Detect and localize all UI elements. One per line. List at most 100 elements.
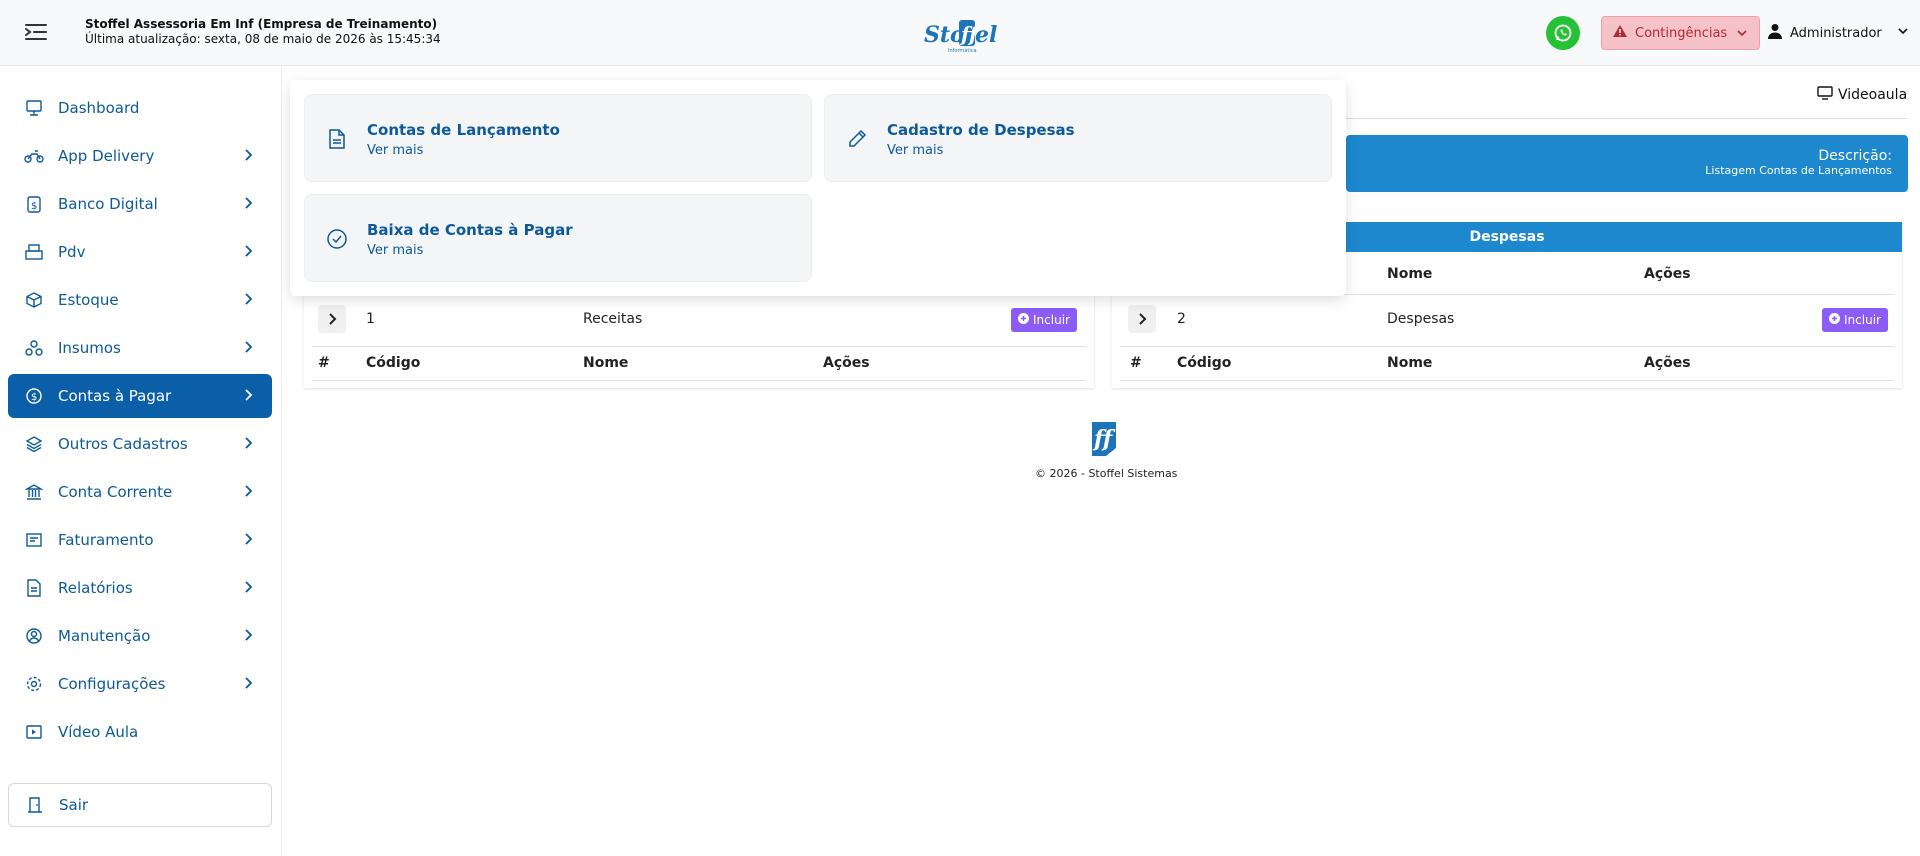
sidebar-item-label: Banco Digital (58, 195, 158, 213)
box-icon (24, 290, 44, 310)
incluir-label: Incluir (1844, 313, 1881, 327)
row-name: Despesas (1387, 311, 1455, 327)
chevron-right-icon (240, 675, 256, 695)
svg-text:Sto: Sto (924, 22, 965, 48)
column-header: Nome (583, 355, 629, 371)
sidebar-item-contas-a-pagar[interactable]: $ Contas à Pagar (8, 374, 272, 418)
sidebar-item-label: Outros Cadastros (58, 435, 188, 453)
user-gear-icon (24, 626, 44, 646)
sidebar-item-estoque[interactable]: Estoque (8, 278, 272, 322)
logout-button[interactable]: Sair (8, 783, 272, 827)
sidebar-item-label: Manutenção (58, 627, 151, 645)
sidebar-item-label: Estoque (58, 291, 119, 309)
column-header: # (318, 355, 330, 371)
user-icon (1768, 23, 1782, 43)
dashboard-icon (24, 98, 44, 118)
column-header: Ações (1644, 266, 1691, 282)
row-name: Receitas (583, 311, 643, 327)
card-title: Cadastro de Despesas (887, 121, 1075, 139)
videoaula-label: Videoaula (1838, 87, 1908, 103)
chevron-right-icon (240, 627, 256, 647)
contingencias-label: Contingências (1635, 25, 1728, 41)
chevron-right-icon (240, 579, 256, 599)
monitor-icon (1817, 86, 1833, 104)
sidebar-item-banco-digital[interactable]: $ Banco Digital (8, 182, 272, 226)
stoffel-logo: Sto ff el Informática (918, 14, 998, 56)
card-title: Baixa de Contas à Pagar (367, 221, 573, 239)
plus-circle-icon (1829, 313, 1841, 327)
row-divider (1120, 380, 1894, 381)
row-divider (312, 346, 1086, 347)
incluir-button[interactable]: Incluir (1822, 308, 1888, 332)
company-name: Stoffel Assessoria Em Inf (Empresa de Tr… (85, 17, 438, 31)
sidebar-item-pdv[interactable]: Pdv (8, 230, 272, 274)
submenu-card-contas-de-lancamento[interactable]: Contas de Lançamento Ver mais (304, 94, 812, 182)
sidebar-item-conta-corrente[interactable]: Conta Corrente (8, 470, 272, 514)
sidebar-item-label: Dashboard (58, 99, 140, 117)
sidebar-item-dashboard[interactable]: Dashboard (8, 86, 272, 130)
sidebar-item-configuracoes[interactable]: Configurações (8, 662, 272, 706)
sidebar-item-outros-cadastros[interactable]: Outros Cadastros (8, 422, 272, 466)
sidebar-item-label: Contas à Pagar (58, 387, 172, 405)
svg-text:$: $ (31, 392, 37, 403)
column-header: # (1130, 355, 1142, 371)
user-label: Administrador (1790, 25, 1882, 41)
card-title: Contas de Lançamento (367, 121, 560, 139)
row-divider (312, 380, 1086, 381)
sidebar: Dashboard App Delivery $ Banco Digital P… (0, 67, 282, 856)
column-header: Ações (1644, 355, 1691, 371)
layers-icon (24, 434, 44, 454)
card-ver-mais[interactable]: Ver mais (367, 143, 423, 158)
chevron-right-icon (240, 291, 256, 311)
svg-text:$: $ (31, 201, 37, 212)
insumos-icon (24, 338, 44, 358)
sidebar-item-video-aula[interactable]: Vídeo Aula (8, 710, 272, 754)
sidebar-item-faturamento[interactable]: Faturamento (8, 518, 272, 562)
cash-register-icon (24, 242, 44, 262)
svg-text:el: el (975, 22, 997, 48)
sidebar-item-relatorios[interactable]: Relatórios (8, 566, 272, 610)
logout-label: Sair (59, 796, 89, 814)
sidebar-item-app-delivery[interactable]: App Delivery (8, 134, 272, 178)
row-divider (1120, 346, 1894, 347)
report-icon (24, 578, 44, 598)
company-info: Stoffel Assessoria Em Inf (Empresa de Tr… (85, 17, 441, 47)
svg-text:Informática: Informática (948, 47, 977, 54)
menu-toggle-icon[interactable] (22, 20, 50, 44)
expand-row-button[interactable] (318, 305, 346, 333)
chevron-down-icon (1896, 24, 1910, 42)
plus-circle-icon (1018, 313, 1030, 327)
chevron-right-icon (240, 243, 256, 263)
sidebar-item-label: Pdv (58, 243, 86, 261)
chevron-right-icon (240, 435, 256, 455)
incluir-button[interactable]: Incluir (1011, 308, 1077, 332)
contingencias-dropdown[interactable]: Contingências (1601, 16, 1760, 50)
submenu-card-baixa-de-contas[interactable]: Baixa de Contas à Pagar Ver mais (304, 194, 812, 282)
description-banner: Descrição: Listagem Contas de Lançamento… (1346, 135, 1908, 192)
sidebar-item-label: Configurações (58, 675, 166, 693)
row-code: 2 (1177, 311, 1186, 327)
sidebar-item-manutencao[interactable]: Manutenção (8, 614, 272, 658)
column-header: Código (366, 355, 421, 371)
card-ver-mais[interactable]: Ver mais (887, 143, 943, 158)
videoaula-link[interactable]: Videoaula (1817, 86, 1907, 104)
dollar-circle-icon: $ (24, 386, 44, 406)
card-ver-mais[interactable]: Ver mais (367, 243, 423, 258)
motorcycle-icon (24, 146, 44, 166)
sidebar-item-insumos[interactable]: Insumos (8, 326, 272, 370)
row-code: 1 (366, 311, 375, 327)
incluir-label: Incluir (1033, 313, 1070, 327)
door-icon (25, 795, 45, 815)
whatsapp-icon[interactable] (1546, 16, 1580, 50)
expand-row-button[interactable] (1128, 305, 1156, 333)
check-circle-icon (325, 227, 349, 251)
submenu-card-cadastro-de-despesas[interactable]: Cadastro de Despesas Ver mais (824, 94, 1332, 182)
footer-logo: ff (1088, 418, 1120, 458)
column-header: Nome (1387, 355, 1433, 371)
sidebar-item-label: App Delivery (58, 147, 155, 165)
sidebar-item-label: Faturamento (58, 531, 154, 549)
user-menu[interactable]: Administrador (1768, 16, 1910, 50)
chevron-right-icon (240, 195, 256, 215)
description-text: Listagem Contas de Lançamentos (1705, 164, 1892, 177)
invoice-icon (24, 530, 44, 550)
